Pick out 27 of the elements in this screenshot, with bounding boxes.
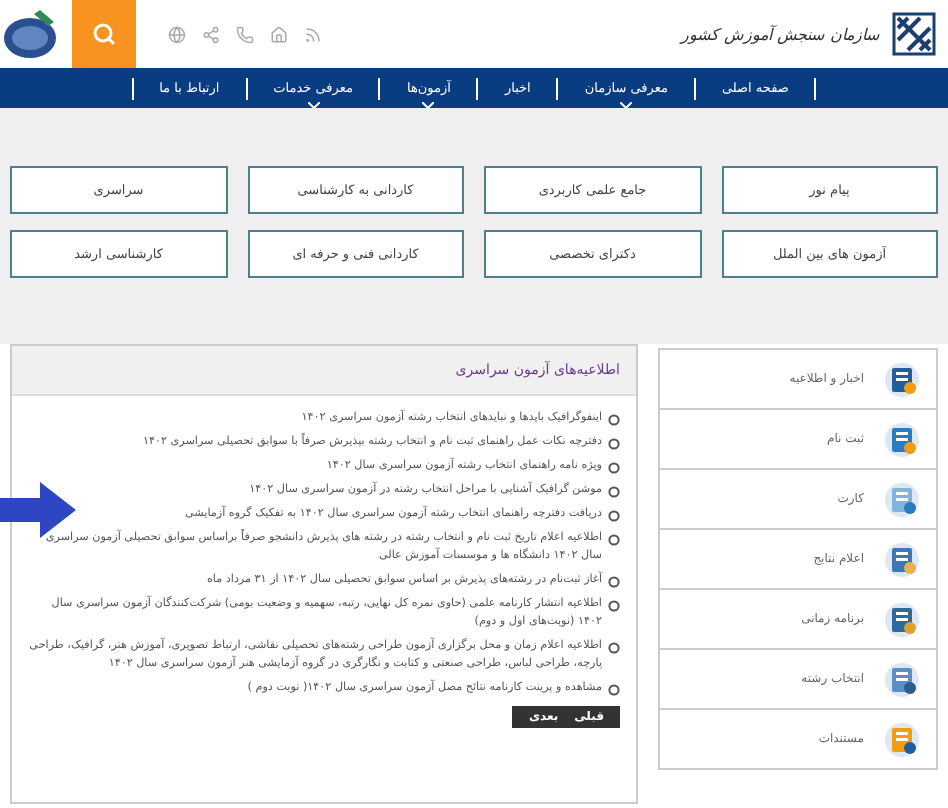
bullet-icon (608, 509, 620, 521)
bullet-icon (608, 599, 620, 611)
bullet-icon (608, 641, 620, 653)
bullet-icon (608, 533, 620, 545)
share-icon[interactable] (202, 25, 220, 43)
bullet-icon (608, 437, 620, 449)
emblem-icon (0, 6, 60, 62)
document-icon (884, 661, 920, 697)
document-icon (884, 721, 920, 757)
bullet-icon (608, 683, 620, 695)
bullet-icon (608, 575, 620, 587)
rss-icon[interactable] (304, 25, 322, 43)
document-icon (884, 421, 920, 457)
calendar-icon (884, 601, 920, 637)
document-icon (884, 361, 920, 397)
phone-icon[interactable] (236, 25, 254, 43)
search-icon (92, 22, 116, 46)
home-icon[interactable] (270, 25, 288, 43)
logo-icon (892, 12, 936, 56)
document-icon (884, 481, 920, 517)
search-button[interactable] (72, 0, 136, 68)
bullet-icon (608, 413, 620, 425)
bullet-icon (608, 461, 620, 473)
document-icon (884, 541, 920, 577)
bullet-icon (608, 485, 620, 497)
globe-icon[interactable] (168, 25, 186, 43)
logo-text: سازمان سنجش آموزش کشور (680, 25, 880, 43)
